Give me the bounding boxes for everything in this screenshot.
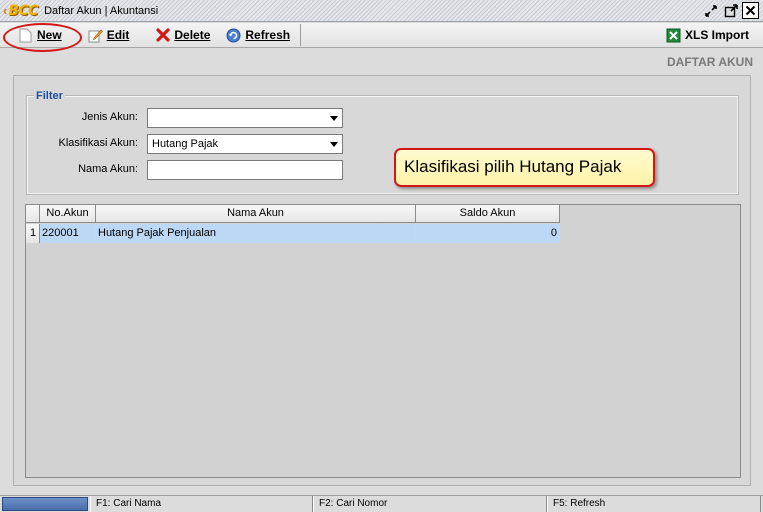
new-label: New [37, 28, 62, 42]
column-header-no-akun[interactable]: No.Akun [40, 205, 96, 223]
filter-legend: Filter [34, 90, 65, 102]
excel-icon [666, 28, 681, 43]
edit-button[interactable]: Edit [82, 24, 136, 46]
row-number: 1 [26, 224, 40, 243]
close-icon[interactable] [742, 2, 759, 19]
page-title: DAFTAR AKUN [667, 55, 753, 69]
cell-saldo-akun[interactable]: 0 [416, 224, 560, 243]
cell-no-akun[interactable]: 220001 [40, 224, 96, 243]
klasifikasi-akun-value: Hutang Pajak [152, 138, 219, 150]
filter-group: Filter Jenis Akun: Klasifikasi Akun: Hut… [26, 90, 739, 195]
new-document-icon [18, 28, 33, 43]
delete-label: Delete [174, 28, 211, 42]
maximize-icon[interactable] [722, 2, 739, 19]
status-bar: F1: Cari Nama F2: Cari Nomor F5: Refresh [0, 495, 763, 512]
restore-icon[interactable] [702, 2, 719, 19]
toolbar: New Edit Delete Refresh XLS Import [0, 23, 763, 48]
brand-logo-text: BCC [8, 2, 39, 19]
column-header-saldo-akun[interactable]: Saldo Akun [416, 205, 560, 223]
back-chevron-icon: ‹ [3, 3, 8, 18]
column-header-nama-akun[interactable]: Nama Akun [96, 205, 416, 223]
row-number-header [26, 205, 40, 223]
jenis-akun-label: Jenis Akun: [81, 111, 138, 123]
klasifikasi-akun-select[interactable]: Hutang Pajak [147, 134, 343, 154]
xls-import-label: XLS Import [684, 28, 749, 42]
dropdown-arrow-icon [330, 116, 338, 121]
new-button[interactable]: New [12, 24, 68, 46]
refresh-button[interactable]: Refresh [220, 24, 296, 46]
status-progress [2, 497, 88, 511]
jenis-akun-select[interactable] [147, 108, 343, 128]
window-title: Daftar Akun | Akuntansi [44, 4, 159, 17]
status-f1: F1: Cari Nama [90, 496, 313, 512]
edit-label: Edit [106, 28, 130, 42]
table-header: No.Akun Nama Akun Saldo Akun [26, 205, 560, 223]
delete-button[interactable]: Delete [149, 24, 216, 46]
annotation-callout: Klasifikasi pilih Hutang Pajak [394, 148, 655, 187]
title-bar: ‹ BCC Daftar Akun | Akuntansi [0, 0, 763, 22]
app-logo: ‹ BCC [3, 2, 39, 20]
dropdown-arrow-icon [330, 142, 338, 147]
accounts-table[interactable]: No.Akun Nama Akun Saldo Akun 1 220001 Hu… [25, 204, 741, 478]
toolbar-divider [300, 24, 302, 46]
delete-x-icon [155, 28, 170, 43]
status-f2: F2: Cari Nomor [313, 496, 547, 512]
status-f5: F5: Refresh [547, 496, 761, 512]
table-row[interactable]: 1 220001 Hutang Pajak Penjualan 0 [26, 224, 560, 243]
nama-akun-label: Nama Akun: [78, 163, 138, 175]
xls-import-button[interactable]: XLS Import [660, 24, 755, 46]
main-panel: Filter Jenis Akun: Klasifikasi Akun: Hut… [13, 75, 751, 486]
refresh-icon [226, 28, 241, 43]
klasifikasi-akun-label: Klasifikasi Akun: [58, 137, 138, 149]
edit-pencil-icon [88, 28, 103, 43]
cell-nama-akun[interactable]: Hutang Pajak Penjualan [96, 224, 416, 243]
nama-akun-input[interactable] [147, 160, 343, 180]
refresh-label: Refresh [245, 28, 291, 42]
